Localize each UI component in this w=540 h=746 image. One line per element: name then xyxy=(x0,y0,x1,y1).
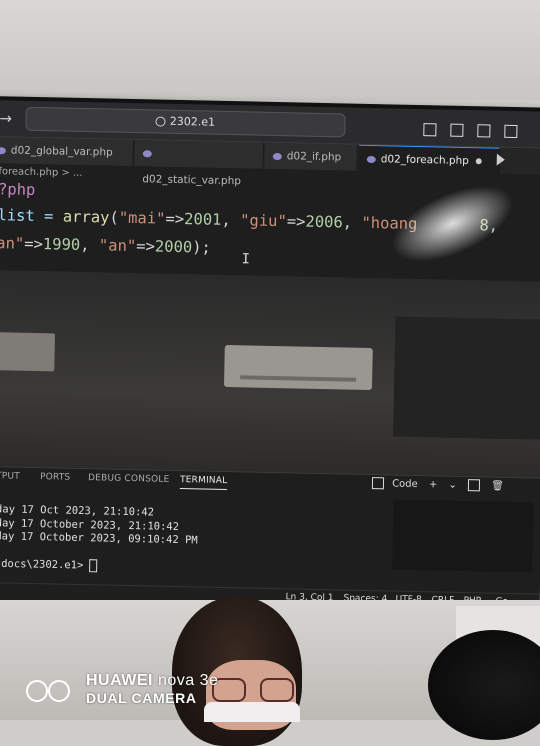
tab-label: d02_global_var.php xyxy=(10,144,113,159)
code-token: list = xyxy=(0,206,64,226)
unsaved-dot-icon xyxy=(475,158,482,165)
watermark-camera: DUAL CAMERA xyxy=(86,690,197,706)
code-token: ); xyxy=(192,238,212,257)
code-token: "mai" xyxy=(118,208,166,228)
toggle-sidebar-icon[interactable] xyxy=(422,123,437,137)
code-token: => xyxy=(24,234,44,254)
code-token: , xyxy=(221,210,241,230)
search-icon xyxy=(155,116,166,127)
tab-debug-console[interactable]: DEBUG CONSOLE xyxy=(88,473,170,485)
tab-output[interactable]: OUTPUT xyxy=(0,471,20,482)
code-line-3: tan"=>1990, "an"=>2000); xyxy=(0,234,211,257)
toggle-panel-icon[interactable] xyxy=(450,123,464,137)
monitor: → 2302.e1 d02_global_var.php d02_static_… xyxy=(0,96,540,620)
ibeam-cursor-icon: I xyxy=(241,251,251,268)
code-token: => xyxy=(136,237,156,256)
toggle-secondary-sidebar-icon[interactable] xyxy=(477,124,491,138)
tab-label: d02_if.php xyxy=(286,150,342,164)
watermark-brand: HUAWEI nova 3e xyxy=(86,672,218,690)
code-token: "an" xyxy=(98,236,137,256)
camera-logo-icon xyxy=(26,680,72,702)
php-file-icon xyxy=(272,152,282,160)
person-head-right xyxy=(428,630,540,740)
terminal-profile-icon xyxy=(372,477,385,490)
terminal-dropdown-icon[interactable]: ⌄ xyxy=(448,480,457,491)
tab-label: d02_foreach.php xyxy=(380,153,470,168)
terminal-toolbar: Code + ⌄ 🗑 xyxy=(364,477,504,492)
layout-controls xyxy=(414,119,518,140)
command-center-search[interactable]: 2302.e1 xyxy=(25,106,346,138)
code-token: array xyxy=(62,207,110,227)
vscode-window: → 2302.e1 d02_global_var.php d02_static_… xyxy=(0,99,540,612)
breadcrumb[interactable]: foreach.php > ... xyxy=(0,166,83,179)
php-file-icon xyxy=(142,149,152,157)
reflected-dark-object xyxy=(392,499,534,573)
php-open-tag: ?php xyxy=(0,180,36,199)
code-token: tan" xyxy=(0,233,25,253)
wall-background xyxy=(0,0,540,100)
split-terminal-icon[interactable] xyxy=(467,479,481,492)
new-terminal-icon[interactable]: + xyxy=(429,479,438,490)
trash-icon[interactable]: 🗑 xyxy=(491,481,504,492)
search-text: 2302.e1 xyxy=(169,114,216,129)
tab-global-var[interactable]: d02_global_var.php xyxy=(0,136,135,167)
terminal-output[interactable]: esday 17 Oct 2023, 21:10:42 esday 17 Oct… xyxy=(0,503,198,575)
panel-tabs: OUTPUT PORTS DEBUG CONSOLE TERMINAL Code… xyxy=(0,471,540,503)
code-token: 1990 xyxy=(42,235,81,254)
php-file-icon xyxy=(366,155,376,163)
code-token: => xyxy=(286,212,306,231)
back-arrow-icon[interactable]: → xyxy=(0,109,12,127)
terminal-prompt: \htdocs\2302.e1> xyxy=(0,557,84,572)
tab-terminal[interactable]: TERMINAL xyxy=(179,475,228,491)
code-token: 2000 xyxy=(154,237,193,257)
code-token: 2006 xyxy=(305,212,343,232)
brand-text: HUAWEI xyxy=(86,672,153,689)
run-icon[interactable] xyxy=(496,153,505,166)
glasses xyxy=(212,678,298,702)
code-token: , xyxy=(342,213,362,232)
customize-layout-icon[interactable] xyxy=(504,124,518,139)
tab-if[interactable]: d02_if.php xyxy=(264,142,359,171)
tab-foreach[interactable]: d02_foreach.php xyxy=(358,144,501,175)
code-token: , xyxy=(80,235,100,255)
model-text: nova 3e xyxy=(157,672,219,689)
code-token: "giu" xyxy=(239,211,287,231)
code-token: => xyxy=(165,209,185,229)
code-line-1: ?php xyxy=(0,180,36,199)
terminal-line: esday 17 Oct 2023, 21:10:42 xyxy=(0,502,155,519)
tab-ports[interactable]: PORTS xyxy=(40,472,71,483)
php-file-icon xyxy=(0,146,6,154)
terminal-cursor xyxy=(89,559,98,573)
terminal-profile-label[interactable]: Code xyxy=(392,479,418,491)
face-mask xyxy=(204,702,300,722)
tab-static-var[interactable]: d02_static_var.php xyxy=(134,140,265,187)
code-token: 2001 xyxy=(183,210,222,229)
